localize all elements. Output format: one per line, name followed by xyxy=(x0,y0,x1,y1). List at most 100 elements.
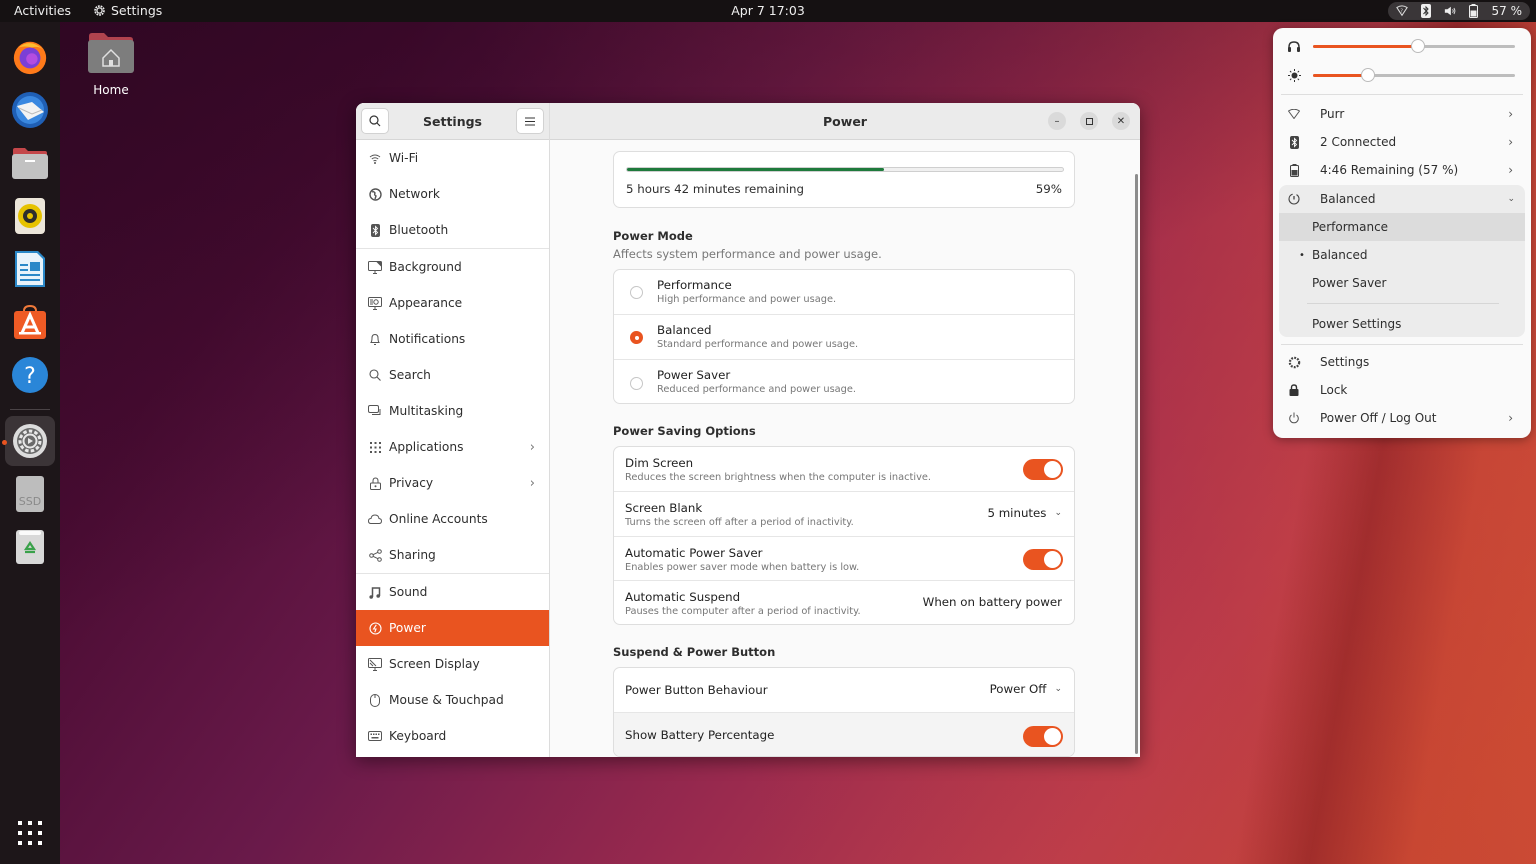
power-mode-option-balanced[interactable]: • Balanced xyxy=(1279,241,1525,269)
qs-power-off[interactable]: Power Off / Log Out › xyxy=(1279,404,1525,432)
setting-description: Pauses the computer after a period of in… xyxy=(625,606,861,617)
toggle-switch[interactable] xyxy=(1023,548,1063,570)
main-menu-button[interactable] xyxy=(516,108,544,134)
sidebar-item-mouse-touchpad[interactable]: Mouse & Touchpad xyxy=(356,682,549,718)
brightness-icon xyxy=(1287,68,1301,82)
qs-separator xyxy=(1281,94,1523,95)
qs-battery[interactable]: 4:46 Remaining (57 %) › xyxy=(1279,156,1525,184)
sidebar-item-power[interactable]: Power xyxy=(356,610,549,646)
sidebar-item-sound[interactable]: Sound xyxy=(356,574,549,610)
system-tray[interactable]: ? 57 % xyxy=(1387,2,1530,20)
dropdown-value: Power Off xyxy=(989,682,1047,696)
minimize-button[interactable]: – xyxy=(1048,112,1066,130)
desktop-home-folder[interactable]: Home xyxy=(88,32,134,97)
running-indicator xyxy=(2,440,7,445)
brightness-slider-knob[interactable] xyxy=(1360,68,1375,82)
bell-icon xyxy=(368,332,382,346)
volume-slider[interactable] xyxy=(1313,39,1515,53)
volume-slider-knob[interactable] xyxy=(1411,39,1426,53)
maximize-button[interactable] xyxy=(1080,112,1098,130)
brightness-slider[interactable] xyxy=(1313,68,1515,82)
firefox-icon xyxy=(13,41,47,75)
brightness-slider-fill xyxy=(1313,74,1368,77)
sidebar-item-notifications[interactable]: Notifications xyxy=(356,321,549,357)
show-applications-button[interactable] xyxy=(17,820,43,846)
sidebar-item-keyboard[interactable]: Keyboard xyxy=(356,718,549,754)
sidebar-item-privacy[interactable]: Privacy › xyxy=(356,465,549,501)
app-grid-icon xyxy=(18,821,42,845)
sidebar-item-wi-fi[interactable]: Wi-Fi xyxy=(356,140,549,176)
setting-title: Screen Blank xyxy=(625,501,703,515)
dock-firefox[interactable] xyxy=(5,32,55,82)
dock-writer[interactable] xyxy=(5,244,55,294)
keyboard-icon xyxy=(368,729,382,743)
sidebar-item-background[interactable]: Background xyxy=(356,249,549,285)
dock-trash[interactable] xyxy=(5,522,55,572)
sidebar-item-sharing[interactable]: Sharing xyxy=(356,537,549,573)
option-title: Balanced xyxy=(657,323,712,337)
radio-button[interactable] xyxy=(630,286,643,299)
trash-icon xyxy=(16,530,44,564)
power-mode-option-power-saver[interactable]: Power Saver xyxy=(1279,269,1525,297)
power-mode-option-performance[interactable]: Performance xyxy=(1279,213,1525,241)
power-saving-card: Dim Screen Reduces the screen brightness … xyxy=(613,446,1075,625)
dock-ssd-drive[interactable]: SSD xyxy=(5,469,55,519)
dock-settings[interactable] xyxy=(5,416,55,466)
apps-icon xyxy=(368,440,382,454)
sidebar-item-label: Online Accounts xyxy=(389,512,488,526)
toggle-switch[interactable] xyxy=(1023,725,1063,747)
clock[interactable]: Apr 7 17:03 xyxy=(0,3,1536,18)
sidebar-item-label: Appearance xyxy=(389,296,463,310)
dock-help[interactable]: ? xyxy=(5,350,55,400)
dropdown[interactable]: 5 minutes ⌄ xyxy=(987,506,1062,520)
sidebar-item-online-accounts[interactable]: Online Accounts xyxy=(356,501,549,537)
toggle-switch[interactable] xyxy=(1023,459,1063,480)
qs-bluetooth[interactable]: 2 Connected › xyxy=(1279,128,1525,156)
sidebar-item-applications[interactable]: Applications › xyxy=(356,429,549,465)
setting-description: Turns the screen off after a period of i… xyxy=(625,517,854,528)
setting-row-screen-blank: Screen Blank Turns the screen off after a… xyxy=(614,492,1074,537)
dock-thunderbird[interactable] xyxy=(5,85,55,135)
display-icon xyxy=(368,657,382,671)
power-mode-option-performance[interactable]: Performance High performance and power us… xyxy=(614,270,1074,315)
qs-lock[interactable]: Lock xyxy=(1279,376,1525,404)
chevron-right-icon: › xyxy=(1508,411,1513,425)
setting-value-text: When on battery power xyxy=(922,595,1062,609)
setting-value[interactable]: When on battery power xyxy=(923,595,1062,609)
dock-rhythmbox[interactable] xyxy=(5,191,55,241)
sidebar-item-multitasking[interactable]: Multitasking xyxy=(356,393,549,429)
sidebar-item-appearance[interactable]: Appearance xyxy=(356,285,549,321)
power-mode-option-power-saver[interactable]: Power Saver Reduced performance and power… xyxy=(614,360,1074,403)
close-button[interactable]: ✕ xyxy=(1112,112,1130,130)
radio-button[interactable] xyxy=(630,331,643,344)
power-settings-link[interactable]: Power Settings xyxy=(1279,310,1525,338)
volume-icon xyxy=(1444,4,1456,18)
sidebar-item-label: Wi-Fi xyxy=(389,151,419,165)
qs-wifi[interactable]: Purr › xyxy=(1279,100,1525,128)
svg-text:?: ? xyxy=(1400,9,1403,15)
power-mode-current: Balanced xyxy=(1320,192,1376,206)
sidebar-item-label: Network xyxy=(389,187,440,201)
sidebar-item-bluetooth[interactable]: Bluetooth xyxy=(356,212,549,248)
setting-row-automatic-power-saver: Automatic Power Saver Enables power saver… xyxy=(614,537,1074,581)
chevron-right-icon: › xyxy=(1508,107,1513,121)
qs-settings[interactable]: Settings xyxy=(1279,348,1525,376)
option-description: High performance and power usage. xyxy=(657,294,837,305)
sidebar-item-search[interactable]: Search xyxy=(356,357,549,393)
option-label: Power Saver xyxy=(1312,276,1387,290)
setting-description: Reduces the screen brightness when the c… xyxy=(625,472,932,483)
option-title: Performance xyxy=(657,278,732,292)
qs-power-off-label: Power Off / Log Out xyxy=(1320,411,1437,425)
radio-button[interactable] xyxy=(630,376,643,390)
sidebar-item-label: Sound xyxy=(389,585,428,599)
sidebar-item-network[interactable]: Network xyxy=(356,176,549,212)
search-icon xyxy=(368,368,382,382)
power-mode-header[interactable]: Balanced ⌄ xyxy=(1279,185,1525,213)
dropdown[interactable]: Power Off ⌄ xyxy=(990,682,1062,696)
dock-files[interactable] xyxy=(5,138,55,188)
scrollbar[interactable] xyxy=(1135,174,1138,754)
power-mode-option-balanced[interactable]: Balanced Standard performance and power u… xyxy=(614,315,1074,360)
dock-software[interactable] xyxy=(5,297,55,347)
sidebar-item-screen-display[interactable]: Screen Display xyxy=(356,646,549,682)
battery-level-bar xyxy=(626,167,1064,172)
